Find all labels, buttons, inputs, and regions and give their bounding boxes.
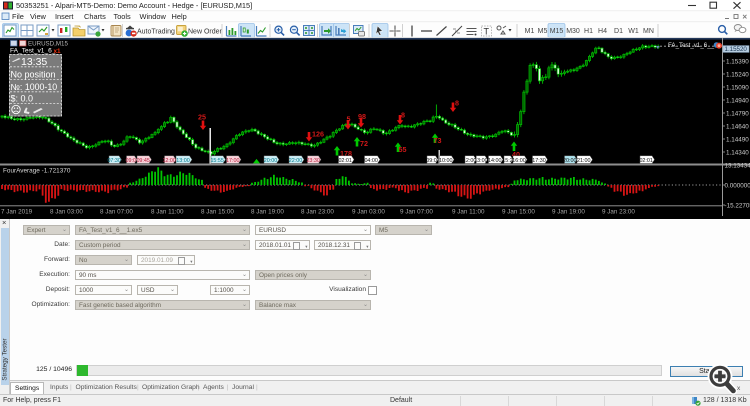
svg-text:MN: MN	[643, 28, 654, 35]
svg-text:№: 1000-10: №: 1000-10	[11, 82, 58, 92]
svg-text:02:01: 02:01	[639, 158, 653, 164]
svg-text:FourAverage -1.721370: FourAverage -1.721370	[3, 168, 71, 175]
svg-text:8: 8	[455, 99, 459, 108]
svg-text:13.134347: 13.134347	[725, 162, 750, 169]
svg-text:21:00: 21:00	[577, 158, 591, 164]
svg-text:0.000000: 0.000000	[725, 182, 750, 189]
svg-text:M1: M1	[525, 28, 535, 35]
svg-text:1.14490: 1.14490	[726, 136, 749, 143]
svg-text:FA_Test_v1_6__1: FA_Test_v1_6__1	[668, 42, 718, 49]
svg-text:8 Jan 23:00: 8 Jan 23:00	[301, 209, 334, 216]
svg-text:23:30: 23:30	[306, 158, 320, 164]
svg-text:15:55: 15:55	[210, 158, 224, 164]
svg-text:T: T	[484, 27, 490, 37]
svg-text:EURUSD,M15: EURUSD,M15	[28, 40, 68, 47]
svg-text:File: File	[12, 12, 24, 21]
svg-text:126: 126	[312, 130, 324, 139]
svg-text:10:00: 10:00	[439, 158, 453, 164]
svg-text:98: 98	[358, 112, 366, 121]
svg-text:1.15520: 1.15520	[725, 46, 748, 53]
svg-text:H4: H4	[598, 28, 607, 35]
svg-text:7 Jan 2019: 7 Jan 2019	[1, 209, 33, 216]
svg-text:Tools: Tools	[114, 12, 132, 21]
svg-text:25: 25	[198, 113, 206, 122]
svg-text:New Order: New Order	[188, 28, 223, 35]
svg-text:View: View	[30, 12, 47, 21]
svg-text:8 Jan 15:00: 8 Jan 15:00	[201, 209, 234, 216]
svg-text:Insert: Insert	[55, 12, 73, 21]
svg-text:5: 5	[347, 115, 351, 124]
svg-text:Help: Help	[172, 12, 187, 21]
svg-text:13:00: 13:00	[474, 158, 488, 164]
svg-text:x1: x1	[54, 48, 62, 55]
svg-text:17:00: 17:00	[226, 158, 240, 164]
svg-text:W1: W1	[628, 28, 639, 35]
svg-text:14:00: 14:00	[488, 158, 502, 164]
svg-text:20:00: 20:00	[264, 158, 278, 164]
svg-text:FA_Test_v1_6_: FA_Test_v1_6_	[10, 48, 56, 55]
svg-text:1.15090: 1.15090	[726, 84, 749, 91]
svg-text:72: 72	[360, 139, 368, 148]
svg-text:AutoTrading: AutoTrading	[137, 28, 175, 35]
svg-text:M5: M5	[538, 28, 548, 35]
svg-text:1.14640: 1.14640	[726, 123, 749, 130]
svg-text:16:00: 16:00	[512, 158, 526, 164]
svg-text:9 Jan 07:00: 9 Jan 07:00	[400, 209, 433, 216]
svg-text:8 Jan 19:00: 8 Jan 19:00	[251, 209, 284, 216]
svg-text:9 Jan 11:00: 9 Jan 11:00	[452, 209, 485, 216]
svg-text:17:30: 17:30	[532, 158, 546, 164]
svg-text:8 Jan 11:00: 8 Jan 11:00	[151, 209, 184, 216]
svg-text:09:45: 09:45	[136, 158, 150, 164]
svg-text:1.14340: 1.14340	[726, 149, 749, 156]
svg-text:13:35: 13:35	[21, 56, 47, 68]
svg-text:12:00: 12:00	[162, 158, 176, 164]
svg-text:09:0: 09:0	[426, 158, 437, 164]
svg-text:8 Jan 07:00: 8 Jan 07:00	[100, 209, 133, 216]
svg-text:22:00: 22:00	[289, 158, 303, 164]
svg-text:9 Jan 23:00: 9 Jan 23:00	[602, 209, 635, 216]
svg-text:-15.227056: -15.227056	[725, 202, 750, 209]
svg-text:9 Jan 15:00: 9 Jan 15:00	[502, 209, 535, 216]
svg-text:9 Jan 19:00: 9 Jan 19:00	[552, 209, 585, 216]
svg-text:15:2: 15:2	[502, 158, 513, 164]
svg-text:02:01: 02:01	[338, 158, 352, 164]
svg-text:Charts: Charts	[84, 12, 106, 21]
svg-text:55: 55	[399, 145, 407, 154]
svg-text:M15: M15	[550, 28, 564, 35]
svg-text:50353251 - Alpari-MT5-Demo: De: 50353251 - Alpari-MT5-Demo: Demo Account…	[16, 1, 252, 10]
svg-text:04:00: 04:00	[364, 158, 378, 164]
svg-text:No position: No position	[11, 70, 56, 80]
svg-text:8: 8	[401, 111, 405, 120]
svg-text:9 Jan 03:00: 9 Jan 03:00	[352, 209, 385, 216]
svg-text:07:30: 07:30	[107, 158, 121, 164]
svg-text:8 Jan 03:00: 8 Jan 03:00	[50, 209, 83, 216]
svg-text:Window: Window	[140, 12, 167, 21]
svg-text:1.14940: 1.14940	[726, 97, 749, 104]
svg-text:1.14790: 1.14790	[726, 110, 749, 117]
svg-text:1.15240: 1.15240	[726, 71, 749, 78]
svg-text:73: 73	[434, 136, 442, 145]
svg-text:$: 0.0: $: 0.0	[11, 94, 34, 104]
svg-text:20:00: 20:00	[563, 158, 577, 164]
svg-text:M30: M30	[566, 28, 580, 35]
svg-text:H1: H1	[584, 28, 593, 35]
svg-text:1.15390: 1.15390	[726, 58, 749, 65]
svg-text:D1: D1	[614, 28, 623, 35]
svg-text:13:00: 13:00	[176, 158, 190, 164]
svg-text:09:0: 09:0	[126, 158, 137, 164]
